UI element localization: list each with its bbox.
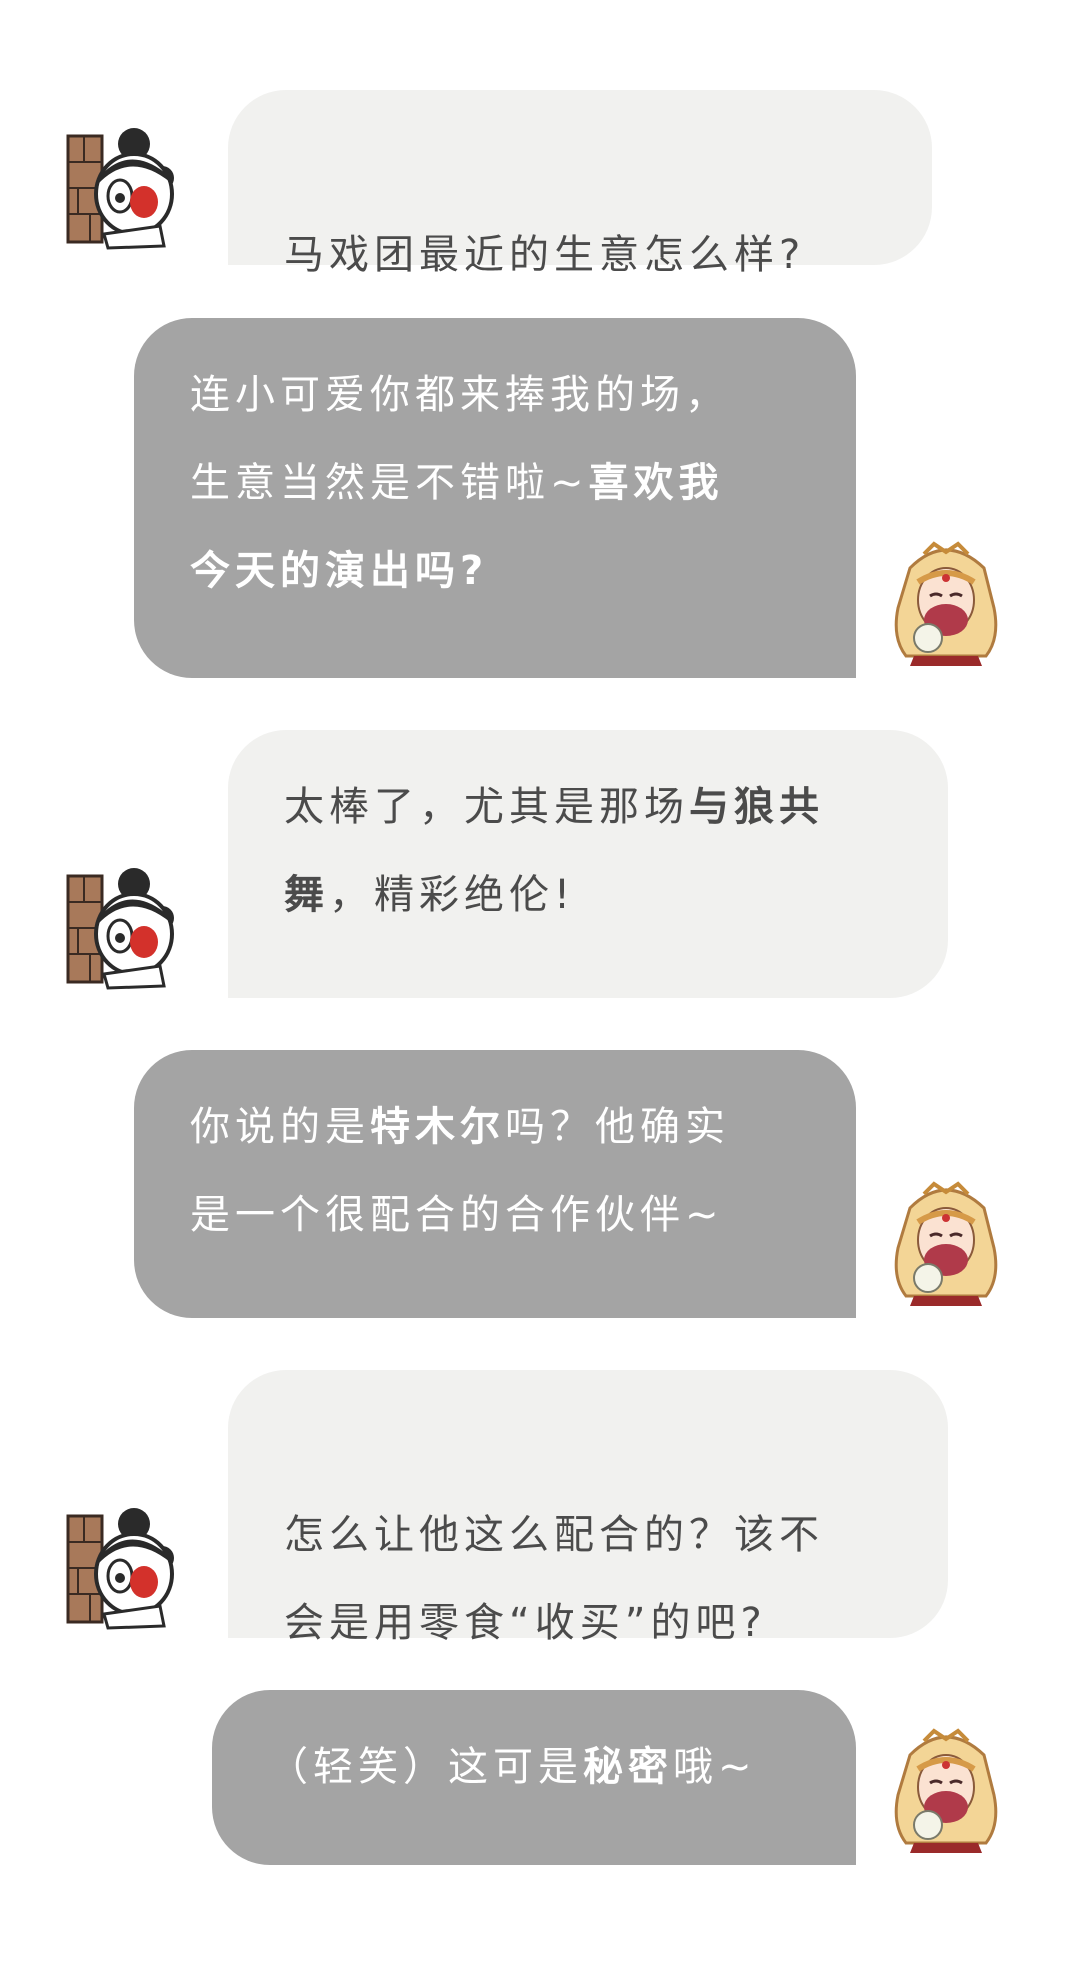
- chat-bubble: 马戏团最近的生意怎么样?: [228, 90, 932, 278]
- chat-bubble: 太棒了，尤其是那场与狼共 舞，精彩绝伦!: [228, 730, 948, 998]
- message-text: ，精彩绝伦!: [329, 872, 576, 918]
- blonde-woman-avatar-icon[interactable]: [890, 538, 1002, 666]
- girl-peeking-avatar-icon[interactable]: [64, 122, 176, 250]
- chat-thread: 马戏团最近的生意怎么样? 连小可爱你都来捧我的场， 生意当然是不错啦~喜欢我 今…: [0, 0, 1080, 1976]
- blonde-woman-avatar-icon[interactable]: [890, 1725, 1002, 1853]
- blonde-woman-avatar-icon[interactable]: [890, 1178, 1002, 1306]
- message-text-bold: 秘密: [583, 1744, 673, 1790]
- chat-bubble: 怎么让他这么配合的？该不 会是用零食“收买”的吧?: [228, 1370, 948, 1646]
- chat-bubble: （轻笑）这可是秘密哦~: [212, 1690, 856, 1865]
- girl-peeking-avatar-icon[interactable]: [64, 1502, 176, 1630]
- message-text: 怎么让他这么配合的？该不 会是用零食“收买”的吧?: [284, 1512, 824, 1646]
- message-text: （轻笑）这可是: [268, 1744, 583, 1790]
- message-text: 你说的是: [190, 1104, 370, 1150]
- message-text: 哦~: [673, 1744, 757, 1790]
- chat-bubble: 你说的是特木尔吗？他确实 是一个很配合的合作伙伴~: [134, 1050, 856, 1318]
- chat-bubble: 连小可爱你都来捧我的场， 生意当然是不错啦~喜欢我 今天的演出吗?: [134, 318, 856, 678]
- message-text-bold: 特木尔: [370, 1104, 505, 1150]
- message-text: 太棒了，尤其是那场: [284, 784, 689, 830]
- girl-peeking-avatar-icon[interactable]: [64, 862, 176, 990]
- message-text: 马戏团最近的生意怎么样?: [284, 232, 806, 278]
